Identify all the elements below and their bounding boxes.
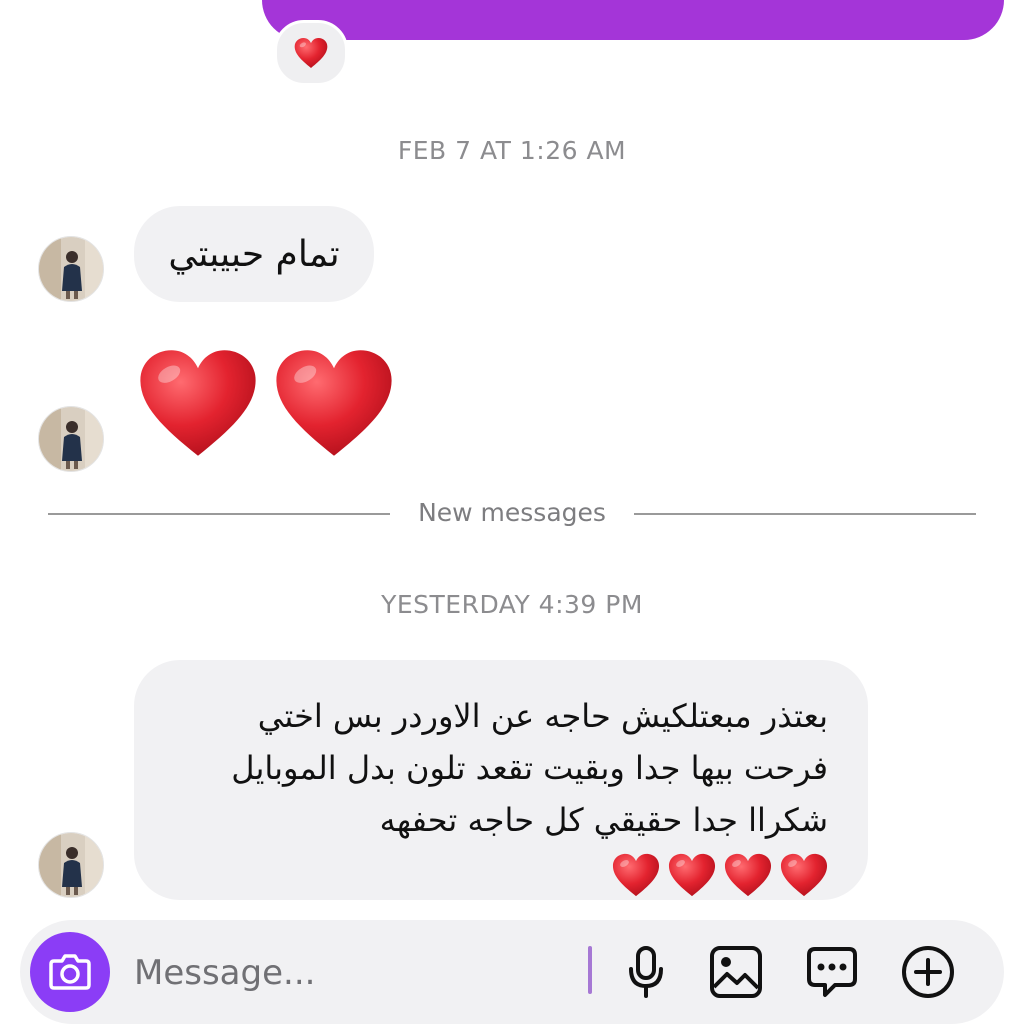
text-cursor [588,946,592,994]
camera-button[interactable] [30,932,110,1012]
heart-icon [724,852,772,898]
emoji-row [164,852,828,898]
heart-icon [274,342,394,464]
message-text: بعتذر مبعتلكيش حاجه عن الاوردر بس اختي ف… [231,697,828,839]
avatar[interactable] [38,236,104,302]
new-messages-label: New messages [418,498,606,527]
divider [48,513,390,515]
message-input[interactable] [132,944,576,1002]
timestamp: YESTERDAY 4:39 PM [381,590,643,619]
heart-icon [294,37,328,69]
avatar[interactable] [38,406,104,472]
avatar[interactable] [38,832,104,898]
received-message-bubble[interactable]: بعتذر مبعتلكيش حاجه عن الاوردر بس اختي ف… [134,660,868,900]
sent-message-bubble[interactable] [262,0,1004,40]
plus-circle-icon [902,946,954,998]
message-composer [20,920,1004,1024]
camera-icon [49,954,91,990]
microphone-button[interactable] [614,940,678,1004]
microphone-icon [629,946,663,998]
message-text: تمام حبيبتي [168,233,340,275]
received-message-bubble[interactable]: تمام حبيبتي [134,206,374,302]
heart-icon [780,852,828,898]
image-icon [710,946,762,998]
gallery-button[interactable] [704,940,768,1004]
sticker-button[interactable] [800,940,864,1004]
add-button[interactable] [896,940,960,1004]
heart-icon [138,342,258,464]
heart-icon [612,852,660,898]
chat-bubble-dots-icon [807,947,857,997]
heart-icon [668,852,716,898]
emoji-message[interactable] [138,342,394,464]
message-reaction[interactable] [274,20,348,86]
divider [634,513,976,515]
timestamp: FEB 7 AT 1:26 AM [397,136,627,165]
